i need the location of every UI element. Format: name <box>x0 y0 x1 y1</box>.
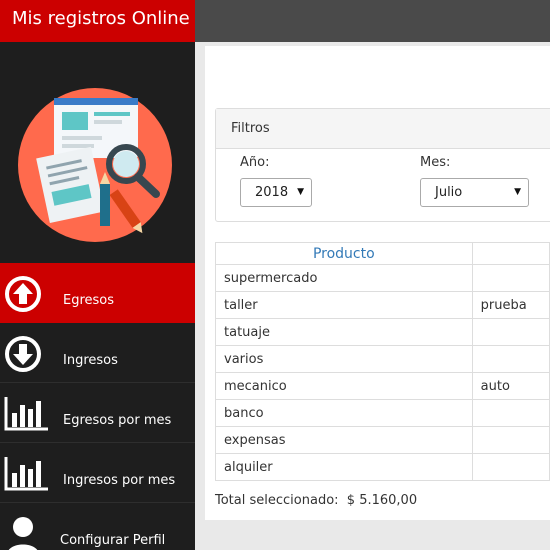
table-cell: varios <box>215 345 473 373</box>
table-row[interactable]: banco <box>215 399 550 427</box>
table-cell <box>471 453 550 481</box>
sidebar-item-label: Ingresos <box>63 353 118 368</box>
table-cell <box>471 264 550 292</box>
sidebar-item-ingresos[interactable]: Ingresos <box>0 323 195 383</box>
table-cell: mecanico <box>215 372 473 400</box>
year-select-value: 2018 <box>255 185 289 200</box>
table-row[interactable]: varios <box>215 345 550 373</box>
table-row[interactable]: alquiler <box>215 453 550 481</box>
table-header-row: Producto <box>215 242 550 265</box>
table-row[interactable]: mecanico auto <box>215 372 550 400</box>
month-label: Mes: <box>420 155 451 170</box>
table-cell: alquiler <box>215 453 473 481</box>
sidebar-item-configurar-perfil[interactable]: Configurar Perfil <box>0 503 195 550</box>
column-header-2[interactable] <box>471 242 550 265</box>
expenses-table: Producto supermercado taller prueba tatu… <box>215 242 550 481</box>
main-content: Filtros Año: 2018 ▼ Mes: Julio ▼ Product… <box>205 46 550 520</box>
sidebar: Egresos Ingresos Egresos por mes Ingreso… <box>0 42 195 550</box>
sidebar-item-egresos-por-mes[interactable]: Egresos por mes <box>0 383 195 443</box>
sidebar-item-label: Ingresos por mes <box>63 473 176 488</box>
sidebar-item-egresos[interactable]: Egresos <box>0 263 195 323</box>
sidebar-menu: Egresos Ingresos Egresos por mes Ingreso… <box>0 263 195 550</box>
sidebar-item-label: Configurar Perfil <box>60 533 166 548</box>
app-title[interactable]: Mis registros Online <box>0 0 195 42</box>
table-cell: auto <box>471 372 550 400</box>
top-bar <box>195 0 550 42</box>
table-cell: tatuaje <box>215 318 473 346</box>
logo-illustration <box>18 88 172 242</box>
year-label: Año: <box>240 155 270 170</box>
chevron-down-icon: ▼ <box>514 187 521 197</box>
total-value: $ 5.160,00 <box>346 493 418 508</box>
bar-chart-icon <box>4 455 48 493</box>
bar-chart-icon <box>4 395 48 433</box>
chevron-down-icon: ▼ <box>297 187 304 197</box>
table-cell: banco <box>215 399 473 427</box>
table-cell: prueba <box>471 291 550 319</box>
user-icon <box>4 515 42 550</box>
table-row[interactable]: expensas <box>215 426 550 454</box>
sidebar-item-label: Egresos <box>63 293 115 308</box>
table-cell: expensas <box>215 426 473 454</box>
total-label: Total seleccionado: <box>215 493 339 508</box>
table-row[interactable]: taller prueba <box>215 291 550 319</box>
sidebar-item-label: Egresos por mes <box>63 413 172 428</box>
arrow-up-circle-icon <box>4 275 42 313</box>
sidebar-item-ingresos-por-mes[interactable]: Ingresos por mes <box>0 443 195 503</box>
column-header-producto[interactable]: Producto <box>215 242 473 265</box>
table-cell <box>471 399 550 427</box>
table-cell: supermercado <box>215 264 473 292</box>
table-cell <box>471 426 550 454</box>
month-select[interactable]: Julio ▼ <box>420 178 529 207</box>
year-select[interactable]: 2018 ▼ <box>240 178 312 207</box>
table-cell <box>471 345 550 373</box>
table-cell <box>471 318 550 346</box>
table-row[interactable]: tatuaje <box>215 318 550 346</box>
table-cell: taller <box>215 291 473 319</box>
filters-title: Filtros <box>216 109 550 149</box>
filters-panel: Filtros Año: 2018 ▼ Mes: Julio ▼ <box>215 108 550 222</box>
arrow-down-circle-icon <box>4 335 42 373</box>
table-row[interactable]: supermercado <box>215 264 550 292</box>
total-selected: Total seleccionado: $ 5.160,00 <box>215 493 417 508</box>
month-select-value: Julio <box>435 185 463 200</box>
